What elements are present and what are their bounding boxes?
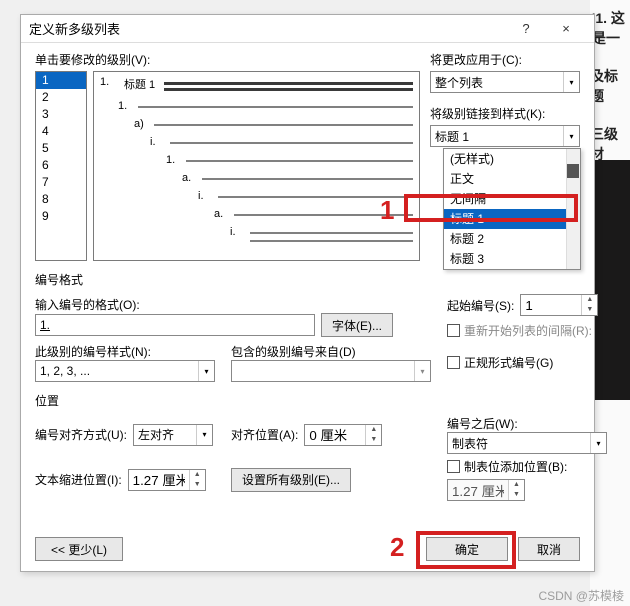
- level-item[interactable]: 9: [36, 208, 86, 225]
- indent-label: 文本缩进位置(I):: [35, 471, 122, 488]
- style-option[interactable]: 正文: [444, 169, 580, 189]
- level-item[interactable]: 2: [36, 89, 86, 106]
- dialog-title: 定义新多级列表: [29, 19, 120, 38]
- level-item[interactable]: 1: [36, 72, 86, 89]
- level-item[interactable]: 6: [36, 157, 86, 174]
- style-option[interactable]: 无间隔: [444, 189, 580, 209]
- help-button[interactable]: ?: [506, 21, 546, 36]
- follow-number-combo[interactable]: 制表符▾: [447, 432, 607, 454]
- font-button[interactable]: 字体(E)...: [321, 313, 393, 337]
- indent-input[interactable]: [129, 470, 189, 490]
- chevron-down-icon: ▾: [563, 126, 579, 146]
- tab-stop-checkbox[interactable]: 制表位添加位置(B):: [447, 458, 607, 475]
- scroll-thumb[interactable]: [567, 164, 579, 178]
- apply-to-combo[interactable]: 整个列表 ▾: [430, 71, 580, 93]
- start-at-label: 起始编号(S):: [447, 297, 514, 314]
- link-style-label: 将级别链接到样式(K):: [430, 105, 580, 122]
- level-item[interactable]: 3: [36, 106, 86, 123]
- align-at-input[interactable]: [305, 425, 365, 445]
- align-label: 编号对齐方式(U):: [35, 426, 127, 443]
- level-style-label: 此级别的编号样式(N):: [35, 343, 215, 360]
- annotation-2: 2: [390, 532, 404, 563]
- align-combo[interactable]: 左对齐▾: [133, 424, 213, 446]
- level-listbox[interactable]: 1 2 3 4 5 6 7 8 9: [35, 71, 87, 261]
- style-option[interactable]: 标题 2: [444, 229, 580, 249]
- level-style-combo[interactable]: 1, 2, 3, ...▾: [35, 360, 215, 382]
- set-all-levels-button[interactable]: 设置所有级别(E)...: [231, 468, 351, 492]
- annotation-1: 1: [380, 195, 394, 226]
- position-group: 位置: [35, 392, 580, 409]
- number-format-group: 编号格式: [35, 271, 580, 288]
- start-at-input[interactable]: [521, 295, 581, 315]
- click-level-label: 单击要修改的级别(V):: [35, 51, 420, 68]
- watermark: CSDN @苏模棱: [538, 587, 624, 604]
- align-at-spinner[interactable]: ▲▼: [304, 424, 382, 446]
- chevron-down-icon: ▾: [196, 425, 212, 445]
- include-from-label: 包含的级别编号来自(D): [231, 343, 431, 360]
- include-from-combo: ▾: [231, 360, 431, 382]
- tab-stop-input: [448, 480, 508, 500]
- apply-to-label: 将更改应用于(C):: [430, 51, 580, 68]
- tab-stop-spinner: ▲▼: [447, 479, 525, 501]
- bg-text: 及标题: [590, 66, 630, 106]
- link-style-dropdown[interactable]: (无样式) 正文 无间隔 标题 1 标题 2 标题 3: [443, 148, 581, 270]
- ok-button[interactable]: 确定: [426, 537, 508, 561]
- style-option[interactable]: (无样式): [444, 149, 580, 169]
- chevron-down-icon: ▾: [590, 433, 606, 453]
- level-item[interactable]: 4: [36, 123, 86, 140]
- enter-format-label: 输入编号的格式(O):: [35, 296, 431, 313]
- cancel-button[interactable]: 取消: [518, 537, 580, 561]
- level-preview: 1. 标题 1 1. a) i. 1. a. i.: [93, 71, 420, 261]
- restart-after-checkbox: 重新开始列表的间隔(R):: [447, 322, 607, 339]
- level-item[interactable]: 7: [36, 174, 86, 191]
- align-at-label: 对齐位置(A):: [231, 426, 298, 443]
- style-option[interactable]: 标题 1: [444, 209, 580, 229]
- format-input[interactable]: [35, 314, 315, 336]
- level-item[interactable]: 8: [36, 191, 86, 208]
- chevron-down-icon: ▾: [414, 361, 430, 381]
- indent-spinner[interactable]: ▲▼: [128, 469, 206, 491]
- chevron-down-icon: ▾: [563, 72, 579, 92]
- less-button[interactable]: << 更少(L): [35, 537, 123, 561]
- define-multilevel-list-dialog: 定义新多级列表 ? × 单击要修改的级别(V): 1 2 3 4 5 6 7: [20, 14, 595, 572]
- level-item[interactable]: 5: [36, 140, 86, 157]
- start-at-spinner[interactable]: ▲▼: [520, 294, 598, 316]
- link-style-combo[interactable]: 标题 1 ▾ (无样式) 正文 无间隔 标题 1 标题 2 标题 3: [430, 125, 580, 147]
- chevron-down-icon: ▾: [198, 361, 214, 381]
- follow-number-label: 编号之后(W):: [447, 415, 607, 432]
- legal-format-checkbox[interactable]: 正规形式编号(G): [447, 354, 607, 371]
- bg-text: 三级材: [590, 124, 630, 164]
- titlebar: 定义新多级列表 ? ×: [21, 15, 594, 43]
- style-option[interactable]: 标题 3: [444, 249, 580, 269]
- close-button[interactable]: ×: [546, 21, 586, 36]
